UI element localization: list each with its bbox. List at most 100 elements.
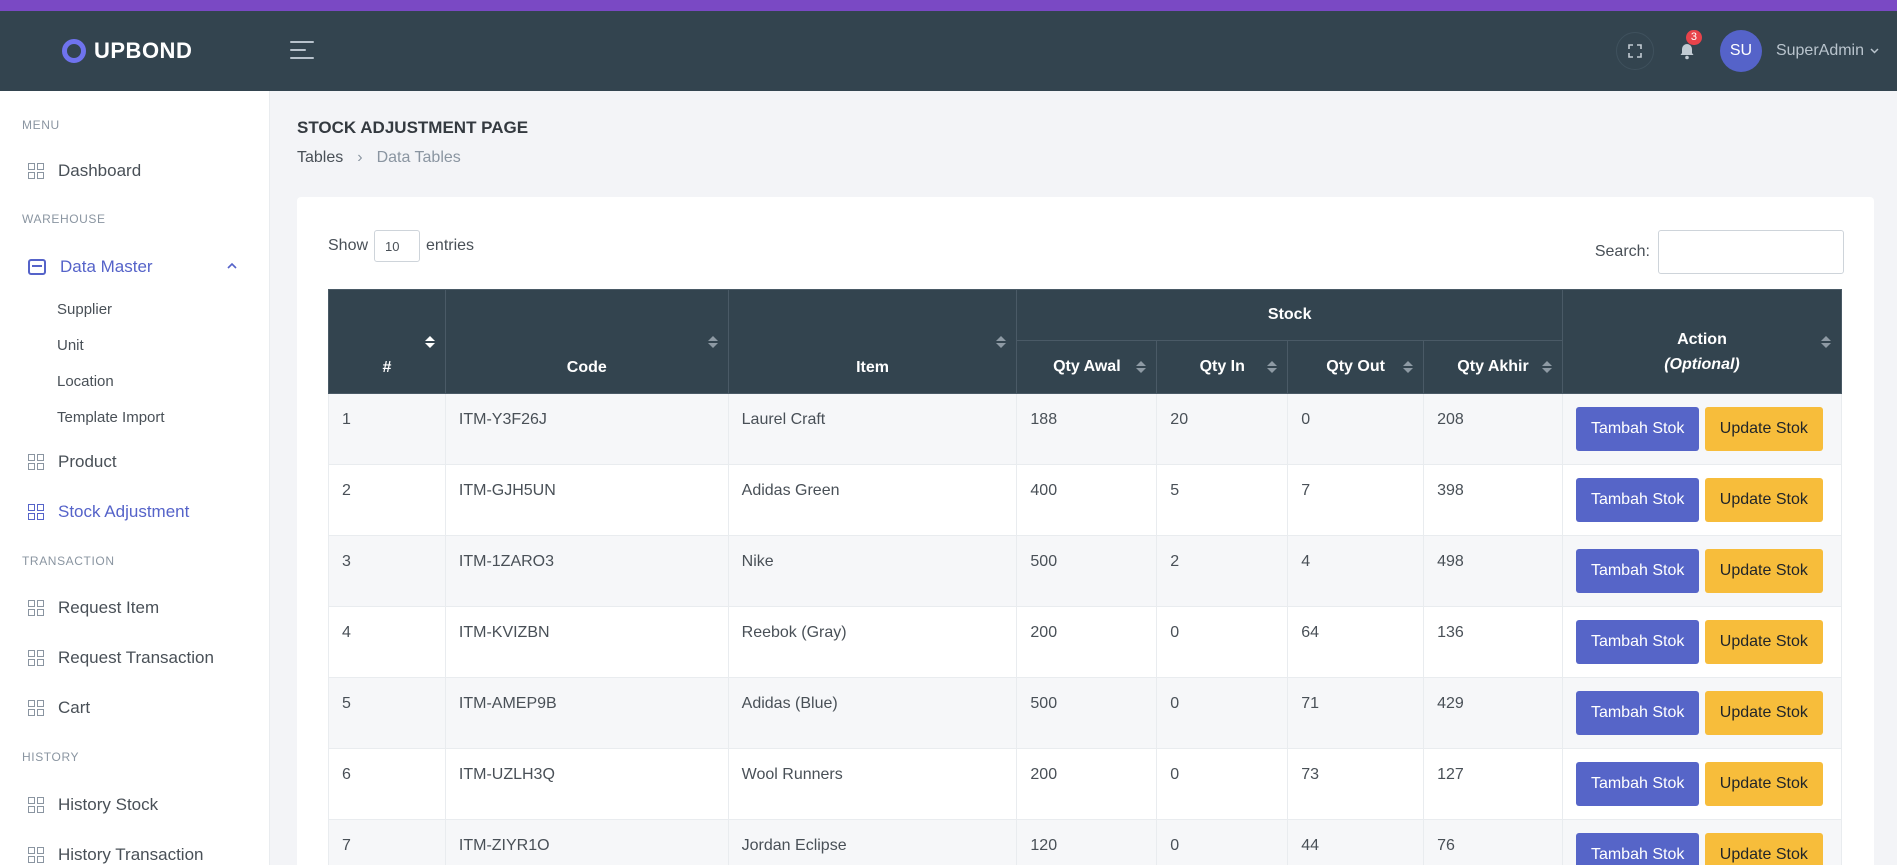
header-qty-out[interactable]: Qty Out xyxy=(1287,340,1425,394)
sidebar-item-history-transaction[interactable]: History Transaction xyxy=(28,845,204,865)
header-action[interactable]: Action (Optional) xyxy=(1561,289,1843,394)
table-row: 5 ITM-AMEP9B Adidas (Blue) 500 0 71 429 … xyxy=(328,677,1843,749)
cell-qty-akhir: 76 xyxy=(1423,819,1563,865)
update-stok-button[interactable]: Update Stok xyxy=(1704,478,1823,522)
grid-icon xyxy=(28,797,44,813)
notifications-button[interactable]: 3 xyxy=(1668,30,1706,70)
update-stok-button[interactable]: Update Stok xyxy=(1704,691,1823,735)
sidebar-item-label: Dashboard xyxy=(58,161,142,180)
sidebar-item-dashboard[interactable]: Dashboard xyxy=(28,161,141,181)
cell-num: 4 xyxy=(328,606,446,678)
header-qty-akhir[interactable]: Qty Akhir xyxy=(1423,340,1563,394)
cell-qty-awal: 400 xyxy=(1016,464,1158,536)
grid-icon xyxy=(28,700,44,716)
tambah-stok-button[interactable]: Tambah Stok xyxy=(1575,478,1700,522)
sidebar-subitem-template-import[interactable]: Template Import xyxy=(57,409,165,426)
grid-icon xyxy=(28,454,44,470)
cell-code: ITM-UZLH3Q xyxy=(444,748,729,820)
update-stok-button[interactable]: Update Stok xyxy=(1704,620,1823,664)
sidebar-item-data-master[interactable]: Data Master xyxy=(28,257,242,277)
sidebar-item-request-transaction[interactable]: Request Transaction xyxy=(28,648,214,668)
cell-qty-out: 71 xyxy=(1287,677,1425,749)
table-row: 3 ITM-1ZARO3 Nike 500 2 4 498 Tambah Sto… xyxy=(328,535,1843,607)
cell-actions: Tambah Stok Update Stok xyxy=(1561,393,1843,465)
section-title-warehouse: WAREHOUSE xyxy=(22,212,106,226)
cell-item: Adidas Green xyxy=(727,464,1018,536)
header-qty-in[interactable]: Qty In xyxy=(1156,340,1289,394)
user-name: SuperAdmin xyxy=(1775,42,1864,59)
table-row: 2 ITM-GJH5UN Adidas Green 400 5 7 398 Ta… xyxy=(328,464,1843,536)
sidebar-item-label: History Transaction xyxy=(58,845,204,864)
cell-qty-akhir: 398 xyxy=(1423,464,1563,536)
section-title-menu: MENU xyxy=(22,118,60,132)
header-item[interactable]: Item xyxy=(727,289,1018,394)
update-stok-button[interactable]: Update Stok xyxy=(1704,833,1823,865)
tambah-stok-button[interactable]: Tambah Stok xyxy=(1575,620,1700,664)
grid-icon xyxy=(28,847,44,863)
cell-num: 1 xyxy=(328,393,446,465)
breadcrumb-item-tables[interactable]: Tables xyxy=(297,149,343,167)
sidebar-subitem-location[interactable]: Location xyxy=(57,373,114,390)
menu-toggle-icon[interactable] xyxy=(290,41,314,63)
cell-qty-akhir: 429 xyxy=(1423,677,1563,749)
user-menu[interactable]: SuperAdmin xyxy=(1776,42,1879,60)
header-stock-group: Stock xyxy=(1016,289,1563,341)
sidebar-subitem-unit[interactable]: Unit xyxy=(57,337,84,354)
sidebar-item-stock-adjustment[interactable]: Stock Adjustment xyxy=(28,502,189,522)
header-num[interactable]: # xyxy=(328,289,446,394)
update-stok-button[interactable]: Update Stok xyxy=(1704,762,1823,806)
table-row: 7 ITM-ZIYR1O Jordan Eclipse 120 0 44 76 … xyxy=(328,819,1843,865)
cell-qty-awal: 188 xyxy=(1016,393,1158,465)
tambah-stok-button[interactable]: Tambah Stok xyxy=(1575,407,1700,451)
cell-code: ITM-KVIZBN xyxy=(444,606,729,678)
tambah-stok-button[interactable]: Tambah Stok xyxy=(1575,549,1700,593)
sidebar-item-cart[interactable]: Cart xyxy=(28,698,90,718)
grid-icon xyxy=(28,504,44,520)
cell-num: 2 xyxy=(328,464,446,536)
cell-qty-out: 73 xyxy=(1287,748,1425,820)
sidebar-item-label: History Stock xyxy=(58,795,159,814)
cell-num: 5 xyxy=(328,677,446,749)
cell-qty-akhir: 136 xyxy=(1423,606,1563,678)
store-icon xyxy=(28,259,46,275)
sidebar-subitem-supplier[interactable]: Supplier xyxy=(57,301,112,318)
sidebar-item-request-item[interactable]: Request Item xyxy=(28,598,159,618)
sidebar-item-product[interactable]: Product xyxy=(28,452,117,472)
sidebar-item-history-stock[interactable]: History Stock xyxy=(28,795,158,815)
notification-badge: 3 xyxy=(1685,30,1702,45)
tambah-stok-button[interactable]: Tambah Stok xyxy=(1575,762,1700,806)
datatable-card: Show 10 entries Search: # Code Item Stoc… xyxy=(297,197,1874,865)
tambah-stok-button[interactable]: Tambah Stok xyxy=(1575,833,1700,865)
avatar[interactable]: SU xyxy=(1719,30,1762,72)
sidebar-item-label: Data Master xyxy=(60,257,153,276)
cell-code: ITM-ZIYR1O xyxy=(444,819,729,865)
cell-qty-akhir: 127 xyxy=(1423,748,1563,820)
table-row: 1 ITM-Y3F26J Laurel Craft 188 20 0 208 T… xyxy=(328,393,1843,465)
entries-select[interactable]: 10 xyxy=(374,230,421,262)
header-code[interactable]: Code xyxy=(444,289,729,394)
cell-qty-awal: 200 xyxy=(1016,606,1158,678)
cell-qty-in: 2 xyxy=(1156,535,1289,607)
search-input[interactable] xyxy=(1658,230,1844,274)
sidebar-item-label: Stock Adjustment xyxy=(58,502,190,521)
update-stok-button[interactable]: Update Stok xyxy=(1704,407,1823,451)
cell-item: Wool Runners xyxy=(727,748,1018,820)
tambah-stok-button[interactable]: Tambah Stok xyxy=(1575,691,1700,735)
brand-logo[interactable]: UPBOND xyxy=(62,38,192,64)
cell-code: ITM-GJH5UN xyxy=(444,464,729,536)
section-title-transaction: TRANSACTION xyxy=(22,554,115,568)
grid-icon xyxy=(28,600,44,616)
page-title: STOCK ADJUSTMENT PAGE xyxy=(297,118,529,137)
cell-qty-out: 44 xyxy=(1287,819,1425,865)
chevron-up-icon[interactable] xyxy=(227,260,237,272)
update-stok-button[interactable]: Update Stok xyxy=(1704,549,1823,593)
search-control: Search: xyxy=(1595,230,1844,274)
cell-qty-in: 20 xyxy=(1156,393,1289,465)
cell-actions: Tambah Stok Update Stok xyxy=(1561,819,1843,865)
header-qty-awal[interactable]: Qty Awal xyxy=(1016,340,1158,394)
show-label: Show xyxy=(328,237,369,254)
cell-item: Nike xyxy=(727,535,1018,607)
fullscreen-button[interactable] xyxy=(1615,32,1654,70)
sidebar-item-label: Request Item xyxy=(58,598,160,617)
accent-stripe xyxy=(0,0,1897,11)
